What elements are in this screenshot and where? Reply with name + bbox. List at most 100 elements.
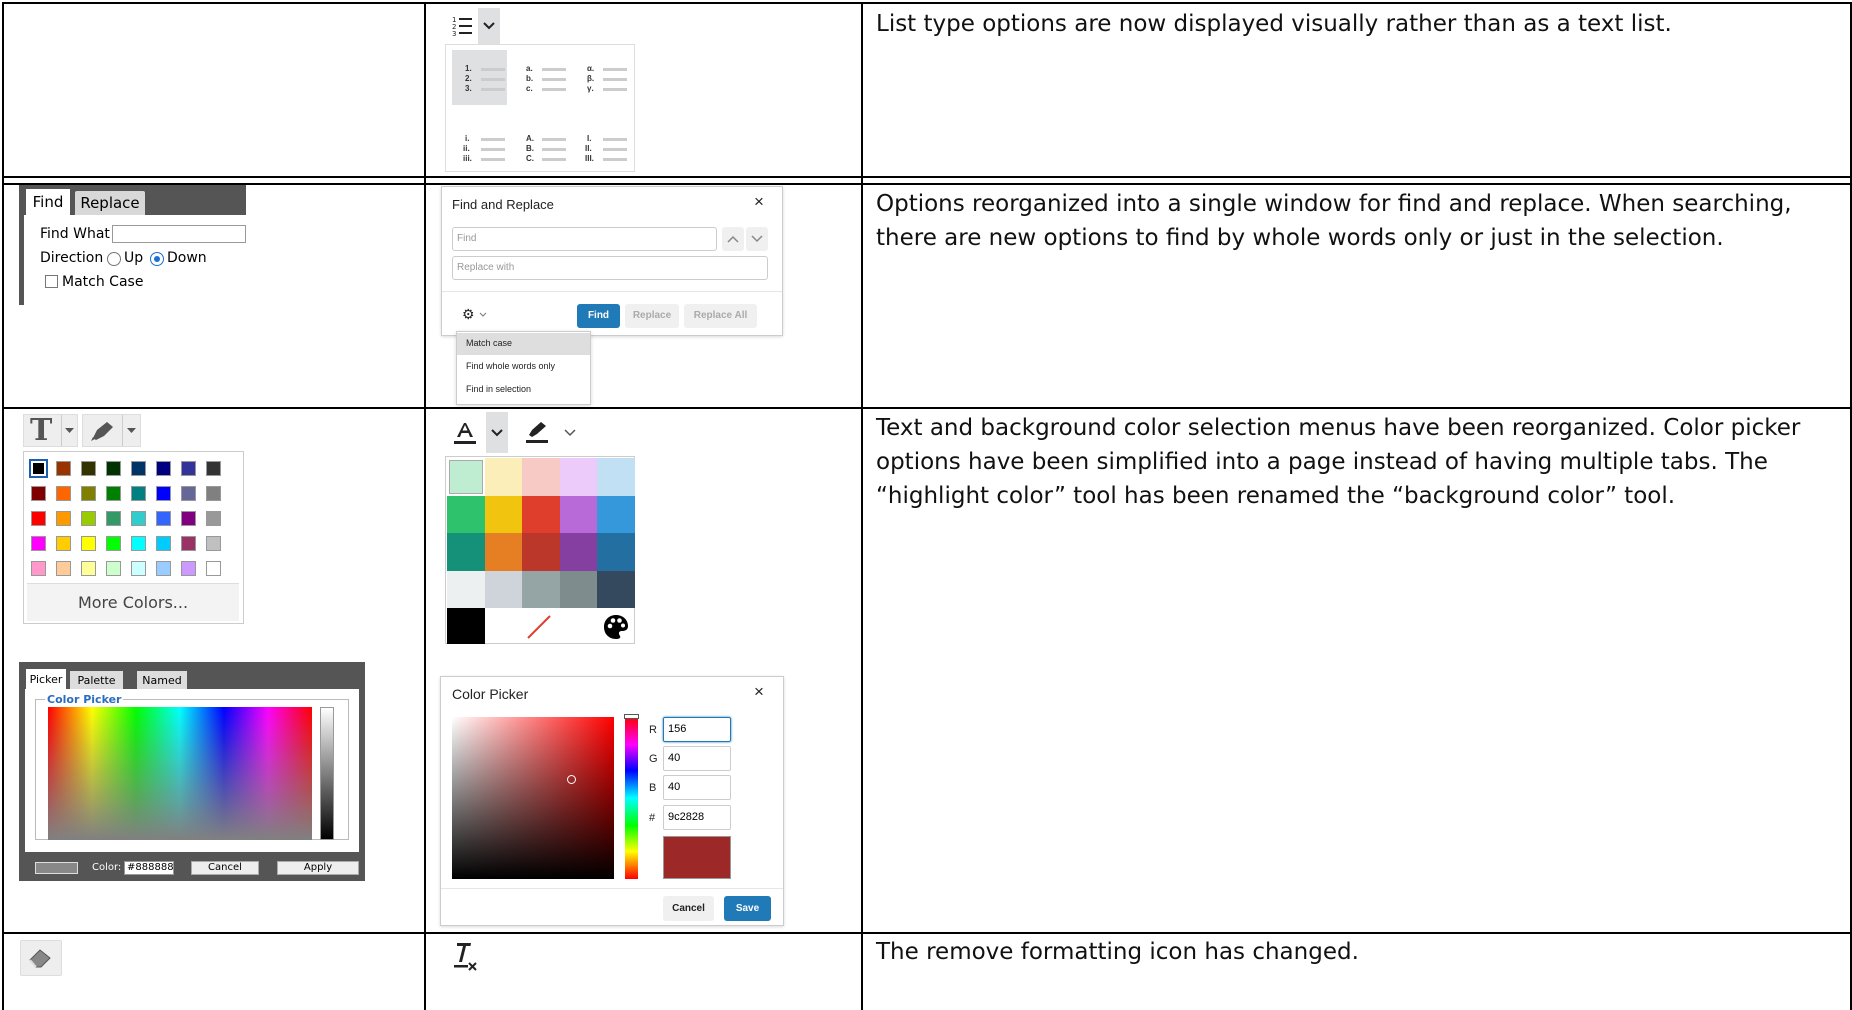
direction-up-radio[interactable] xyxy=(107,252,121,266)
r-input[interactable]: 156 xyxy=(663,717,731,742)
old-color-swatch[interactable] xyxy=(131,486,146,501)
custom-color-palette-icon[interactable] xyxy=(603,614,629,640)
old-color-swatch[interactable] xyxy=(31,536,46,551)
new-color-swatch[interactable] xyxy=(484,533,523,571)
old-color-swatch[interactable] xyxy=(56,461,71,476)
swatch-black[interactable] xyxy=(447,608,485,644)
old-color-swatch[interactable] xyxy=(181,511,196,526)
old-color-swatch[interactable] xyxy=(206,561,221,576)
remove-formatting-icon[interactable] xyxy=(451,940,481,974)
list-type-option[interactable]: A. B. C. xyxy=(513,120,568,175)
tab-find[interactable]: Find xyxy=(26,189,70,215)
old-remove-formatting-button[interactable] xyxy=(20,940,62,976)
old-color-swatch[interactable] xyxy=(81,486,96,501)
old-color-swatch[interactable] xyxy=(56,536,71,551)
new-color-swatch[interactable] xyxy=(559,495,598,534)
new-background-color-button[interactable] xyxy=(516,412,586,453)
menu-item-whole-words[interactable]: Find whole words only xyxy=(457,356,590,378)
old-color-swatch[interactable] xyxy=(81,461,96,476)
new-picker-close-icon[interactable]: × xyxy=(754,682,764,702)
menu-item-match-case[interactable]: Match case xyxy=(457,333,590,355)
more-colors-button[interactable]: More Colors... xyxy=(27,583,239,621)
new-color-swatch[interactable] xyxy=(484,570,523,609)
match-case-checkbox[interactable] xyxy=(45,275,58,288)
new-color-swatch[interactable] xyxy=(447,570,485,609)
old-color-swatch[interactable] xyxy=(156,511,171,526)
old-picker-cancel-button[interactable]: Cancel xyxy=(191,861,259,875)
old-color-swatch[interactable] xyxy=(131,461,146,476)
new-find-close-icon[interactable]: × xyxy=(754,192,764,212)
old-color-swatch[interactable] xyxy=(56,511,71,526)
new-picker-save-button[interactable]: Save xyxy=(724,896,771,921)
old-color-swatch[interactable] xyxy=(31,486,46,501)
old-color-swatch[interactable] xyxy=(106,461,121,476)
hex-input[interactable]: 9c2828 xyxy=(663,805,731,830)
old-color-swatch[interactable] xyxy=(206,536,221,551)
find-what-input[interactable] xyxy=(112,225,246,243)
old-color-swatch[interactable] xyxy=(56,561,71,576)
old-color-swatch[interactable] xyxy=(156,536,171,551)
old-picker-tab-picker[interactable]: Picker xyxy=(26,669,66,690)
old-color-swatch[interactable] xyxy=(181,486,196,501)
old-color-swatch[interactable] xyxy=(131,511,146,526)
old-picker-tab-named[interactable]: Named xyxy=(137,671,187,690)
new-color-swatch[interactable] xyxy=(484,495,523,534)
old-picker-color-input[interactable]: #888888 xyxy=(124,861,174,875)
old-color-swatch[interactable] xyxy=(181,561,196,576)
new-color-swatch[interactable] xyxy=(447,495,485,534)
list-type-option[interactable]: i. ii. iii. xyxy=(452,120,507,175)
new-color-swatch[interactable] xyxy=(597,458,635,496)
new-color-swatch[interactable] xyxy=(597,533,635,571)
old-picker-apply-button[interactable]: Apply xyxy=(277,861,359,875)
new-color-swatch[interactable] xyxy=(559,458,598,496)
old-color-swatch[interactable] xyxy=(156,561,171,576)
new-color-swatch[interactable] xyxy=(559,570,598,609)
text-color-dropdown-toggle[interactable] xyxy=(486,412,508,453)
old-color-swatch[interactable] xyxy=(106,561,121,576)
old-color-swatch[interactable] xyxy=(81,536,96,551)
new-color-swatch[interactable] xyxy=(559,533,598,571)
old-picker-tab-palette[interactable]: Palette xyxy=(70,671,123,690)
list-dropdown-toggle[interactable] xyxy=(478,8,500,44)
old-color-swatch[interactable] xyxy=(106,511,121,526)
new-replace-button[interactable]: Replace xyxy=(625,304,679,328)
old-color-swatch[interactable] xyxy=(31,561,46,576)
old-highlight-color-button[interactable] xyxy=(82,414,141,447)
new-color-swatch[interactable] xyxy=(522,533,560,571)
replace-with-input[interactable]: Replace with xyxy=(452,256,768,280)
old-color-swatch[interactable] xyxy=(81,511,96,526)
list-type-option[interactable]: α. β. γ. xyxy=(574,50,629,105)
g-input[interactable]: 40 xyxy=(663,746,731,771)
new-saturation-field[interactable] xyxy=(452,717,614,879)
list-type-option[interactable]: a. b. c. xyxy=(513,50,568,105)
find-previous-button[interactable] xyxy=(722,227,744,251)
new-replace-all-button[interactable]: Replace All xyxy=(684,304,757,328)
old-spectrum-field[interactable] xyxy=(48,707,312,840)
old-color-swatch[interactable] xyxy=(131,561,146,576)
list-type-option[interactable]: I. II. III. xyxy=(574,120,629,175)
new-find-button[interactable]: Find xyxy=(577,304,620,328)
tab-replace[interactable]: Replace xyxy=(75,191,145,215)
new-color-swatch[interactable] xyxy=(522,570,560,609)
old-color-swatch[interactable] xyxy=(106,486,121,501)
old-color-swatch[interactable] xyxy=(206,511,221,526)
new-hue-slider[interactable] xyxy=(624,714,639,879)
remove-color-icon[interactable] xyxy=(526,614,552,640)
hue-slider-handle[interactable] xyxy=(624,714,639,719)
new-text-color-button[interactable] xyxy=(446,412,508,453)
new-color-swatch[interactable] xyxy=(522,458,560,496)
old-color-swatch[interactable] xyxy=(131,536,146,551)
find-next-button[interactable] xyxy=(746,227,768,251)
old-color-swatch[interactable] xyxy=(56,486,71,501)
old-color-swatch[interactable] xyxy=(206,461,221,476)
new-find-input[interactable]: Find xyxy=(452,227,717,251)
new-color-swatch[interactable] xyxy=(447,458,485,496)
new-color-swatch[interactable] xyxy=(597,495,635,534)
new-picker-cancel-button[interactable]: Cancel xyxy=(663,896,714,921)
old-brightness-slider[interactable] xyxy=(320,707,334,840)
new-color-swatch[interactable] xyxy=(484,458,523,496)
old-color-swatch[interactable] xyxy=(156,461,171,476)
new-color-swatch[interactable] xyxy=(447,533,485,571)
old-color-swatch[interactable] xyxy=(206,486,221,501)
old-color-swatch[interactable] xyxy=(31,511,46,526)
